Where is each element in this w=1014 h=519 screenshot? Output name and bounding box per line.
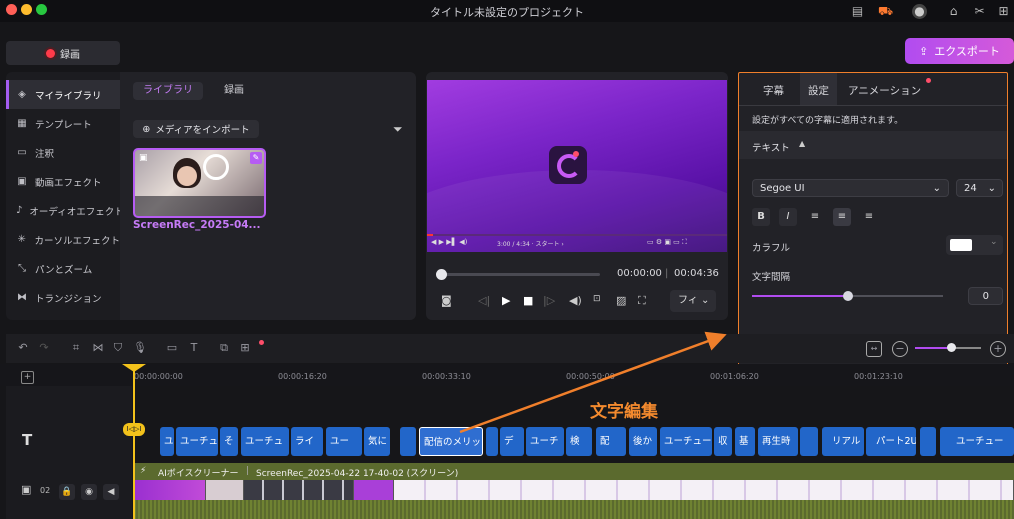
annotation-label: 文字編集 bbox=[590, 402, 658, 422]
annotation-arrow bbox=[459, 331, 727, 434]
